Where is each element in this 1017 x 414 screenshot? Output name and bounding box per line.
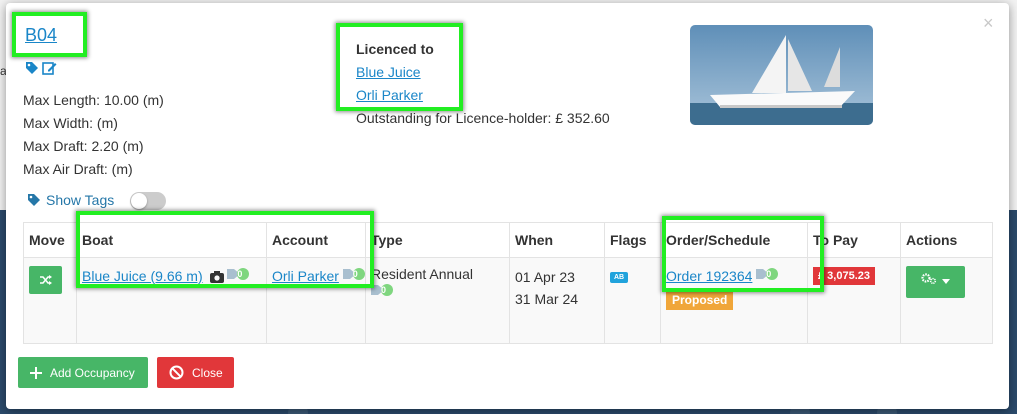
ban-icon <box>169 365 184 380</box>
close-icon[interactable]: × <box>983 14 994 32</box>
show-tags-label[interactable]: Show Tags <box>46 192 114 208</box>
col-when: When <box>509 222 605 258</box>
flag-badge: AB <box>610 272 629 283</box>
cell-move <box>23 257 77 344</box>
spec-max-air-draft: Max Air Draft: (m) <box>23 161 133 177</box>
move-button[interactable] <box>29 266 62 294</box>
occupancy-table: Move Boat Account Type When Flags Order/… <box>23 222 993 344</box>
col-boat: Boat <box>76 222 267 258</box>
edit-icon[interactable] <box>42 61 57 75</box>
order-link[interactable]: Order 192364 <box>666 268 752 284</box>
actions-dropdown-button[interactable] <box>906 266 965 298</box>
toggle-knob <box>131 193 147 209</box>
col-account: Account <box>266 222 366 258</box>
cell-boat: Blue Juice (9.66 m) 0 <box>76 257 267 344</box>
licence-title: Licenced to <box>356 41 434 57</box>
berth-icons <box>25 61 57 75</box>
licence-holder-person-link[interactable]: Orli Parker <box>356 84 610 107</box>
order-tag-count: 0 <box>766 269 772 279</box>
col-actions: Actions <box>900 222 993 258</box>
type-tag-badge[interactable]: 0 <box>371 283 393 297</box>
table-header-row: Move Boat Account Type When Flags Order/… <box>23 222 993 258</box>
tag-icon[interactable] <box>25 61 39 75</box>
berth-modal: × B04 Max Length: 10.00 (m) Max Width: (… <box>6 3 1009 409</box>
status-badge: Proposed <box>666 290 734 310</box>
cell-actions <box>900 257 993 344</box>
col-order: Order/Schedule <box>660 222 808 258</box>
account-tag-badge[interactable]: 0 <box>342 267 365 281</box>
show-tags-toggle[interactable] <box>130 192 166 210</box>
shuffle-icon <box>39 275 52 285</box>
cell-to-pay: £ 3,075.23 <box>807 257 901 344</box>
table-row: Blue Juice (9.66 m) 0 Orli Parker 0 Resi… <box>23 257 993 344</box>
add-occupancy-button[interactable]: Add Occupancy <box>18 357 148 388</box>
start-date: 01 Apr 23 <box>515 269 575 285</box>
spec-max-width: Max Width: (m) <box>23 115 118 131</box>
boat-tag-count: 0 <box>237 269 243 279</box>
col-to-pay: To Pay <box>807 222 901 258</box>
caret-down-icon <box>942 279 951 284</box>
camera-icon[interactable] <box>209 271 224 284</box>
boat-photo <box>690 25 873 125</box>
col-flags: Flags <box>604 222 661 258</box>
spec-max-length: Max Length: 10.00 (m) <box>23 92 164 108</box>
cell-order: Order 192364 0 Proposed <box>660 257 808 344</box>
gears-icon <box>921 273 937 285</box>
add-occupancy-label: Add Occupancy <box>50 365 135 380</box>
account-link[interactable]: Orli Parker <box>272 268 339 284</box>
outstanding-amount: Outstanding for Licence-holder: £ 352.60 <box>356 110 610 126</box>
cell-account: Orli Parker 0 <box>266 257 366 344</box>
col-move: Move <box>23 222 77 258</box>
tag-icon <box>28 194 40 206</box>
col-type: Type <box>365 222 510 258</box>
boat-link[interactable]: Blue Juice (9.66 m) <box>82 268 203 284</box>
cell-flags: AB <box>604 257 661 344</box>
berth-specs: Max Length: 10.00 (m) Max Width: (m) Max… <box>23 89 164 181</box>
order-tag-badge[interactable]: 0 <box>756 267 779 281</box>
end-date: 31 Mar 24 <box>515 291 579 307</box>
licence-holder-boat-link[interactable]: Blue Juice <box>356 61 610 84</box>
spec-max-draft: Max Draft: 2.20 (m) <box>23 138 144 154</box>
close-button[interactable]: Close <box>157 357 234 388</box>
plus-icon <box>30 366 42 379</box>
to-pay-badge: £ 3,075.23 <box>813 267 875 285</box>
type-tag-count: 0 <box>381 285 387 295</box>
close-label: Close <box>192 365 223 380</box>
berth-code-link[interactable]: B04 <box>25 25 57 46</box>
licence-section: Licenced to Blue Juice Orli Parker Outst… <box>356 38 610 130</box>
cell-when: 01 Apr 23 31 Mar 24 <box>509 257 605 344</box>
cell-type: Resident Annual 0 <box>365 257 510 344</box>
account-tag-count: 0 <box>352 269 358 279</box>
occupancy-type: Resident Annual <box>371 266 473 282</box>
boat-tag-badge[interactable]: 0 <box>227 267 250 281</box>
